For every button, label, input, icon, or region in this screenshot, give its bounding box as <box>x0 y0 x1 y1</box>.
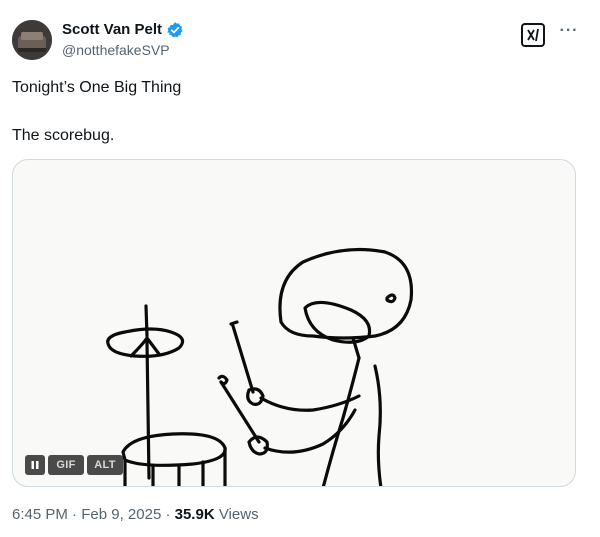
author-handle[interactable]: @notthefakeSVP <box>62 42 170 58</box>
avatar[interactable] <box>12 20 52 60</box>
tweet-text-line-2: The scorebug. <box>12 127 115 144</box>
avatar-image <box>12 20 52 60</box>
stick-upper <box>231 324 255 394</box>
stick-upper-tip <box>229 320 239 326</box>
alt-text-button[interactable]: ALT <box>87 455 123 475</box>
tweet-card: Scott Van Pelt @notthefakeSVP ··· Tonigh… <box>0 0 600 537</box>
grok-icon <box>527 28 539 42</box>
cymbal-stand <box>144 304 151 480</box>
stick-figure-drummer-illustration <box>106 247 414 486</box>
views-count[interactable]: 35.9K <box>175 506 215 523</box>
pause-button[interactable] <box>25 455 45 475</box>
tweet-metadata: 6:45 PM · Feb 9, 2025 · 35.9K Views <box>12 506 259 523</box>
figure-eye <box>385 293 397 304</box>
more-options-button[interactable]: ··· <box>558 23 580 44</box>
pause-icon <box>31 461 39 469</box>
tweet-date[interactable]: Feb 9, 2025 <box>81 506 161 523</box>
tweet-time[interactable]: 6:45 PM <box>12 506 68 523</box>
meta-separator: · <box>165 506 171 523</box>
figure-arm-lower <box>263 408 357 454</box>
cymbal-bell <box>129 336 161 358</box>
media-gif[interactable]: GIF ALT <box>12 159 576 487</box>
drum-top <box>121 432 227 467</box>
media-controls: GIF ALT <box>25 455 123 475</box>
figure-body <box>373 364 383 486</box>
verified-badge-icon <box>166 21 184 39</box>
author-display-name[interactable]: Scott Van Pelt <box>62 21 162 39</box>
author-name-row: Scott Van Pelt <box>62 21 184 39</box>
tweet-text-line-1: Tonight’s One Big Thing <box>12 79 182 96</box>
gif-badge: GIF <box>48 455 84 475</box>
meta-separator: · <box>72 506 78 523</box>
figure-body-left <box>321 356 361 486</box>
stick-lower-tip <box>217 374 229 386</box>
views-label: Views <box>218 506 259 523</box>
grok-button[interactable] <box>521 23 545 47</box>
